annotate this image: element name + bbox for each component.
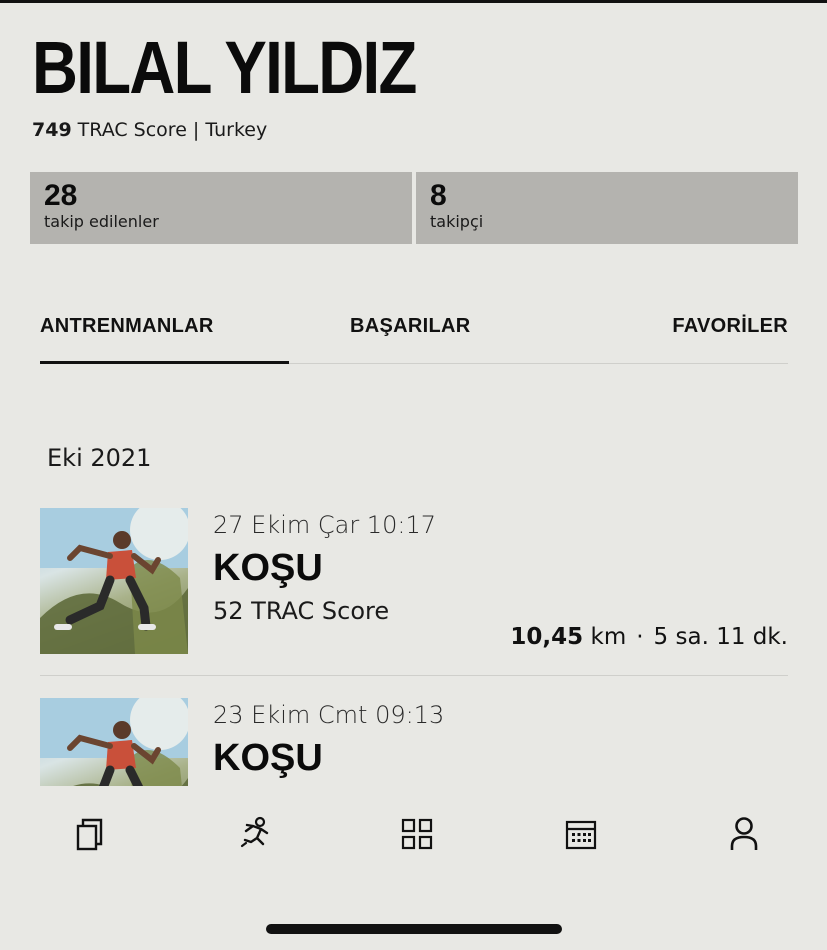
profile-screen: BILAL YILDIZ 749 TRAC Score | Turkey 28 t… (0, 0, 827, 950)
status-bar-edge (0, 0, 827, 3)
activity-trac-score: 52 TRAC Score (213, 597, 390, 625)
activity-duration: 5 sa. 11 dk. (653, 624, 788, 650)
tab-favorites[interactable]: FAVORİLER (672, 314, 788, 338)
activity-type: KOŞU (213, 547, 323, 589)
activity-distance: 10,45 (510, 624, 584, 650)
runner-icon (240, 816, 269, 848)
followers-stat[interactable]: 8 takipçi (416, 172, 798, 244)
nav-run[interactable] (234, 814, 274, 854)
metric-separator: · (636, 624, 644, 650)
profile-tabs: ANTRENMANLAR BAŞARILAR FAVORİLER (40, 310, 788, 364)
followers-count: 8 (430, 179, 447, 212)
activity-thumbnail (40, 508, 188, 654)
trac-score-value: 749 (32, 119, 72, 141)
tab-workouts[interactable]: ANTRENMANLAR (40, 314, 214, 338)
bottom-tab-bar (0, 800, 827, 870)
profile-name: BILAL YILDIZ (32, 26, 417, 109)
activity-card[interactable]: 23 Ekim Cmt 09:13 KOŞU (40, 698, 788, 786)
following-label: takip edilenler (44, 212, 159, 231)
nav-grid[interactable] (397, 814, 437, 854)
month-header: Eki 2021 (47, 444, 152, 472)
following-count: 28 (44, 179, 78, 212)
profile-score-line: 749 TRAC Score | Turkey (32, 118, 267, 142)
trac-score-label: TRAC Score | Turkey (77, 119, 268, 141)
activity-metrics: 10,45 km · 5 sa. 11 dk. (510, 622, 788, 652)
feed-cards-icon (76, 818, 103, 851)
nav-calendar[interactable] (561, 814, 601, 854)
profile-icon (730, 817, 758, 850)
nav-feed[interactable] (70, 814, 110, 854)
activity-distance-unit: km (590, 624, 627, 650)
activity-type: KOŞU (213, 737, 323, 779)
activity-date: 27 Ekim Çar 10:17 (213, 511, 437, 539)
home-indicator[interactable] (266, 924, 562, 934)
nav-profile[interactable] (724, 814, 764, 854)
activity-date: 23 Ekim Cmt 09:13 (213, 701, 445, 729)
following-stat[interactable]: 28 takip edilenler (30, 172, 412, 244)
active-tab-indicator (40, 361, 289, 364)
grid-icon (401, 818, 433, 850)
tab-achievements[interactable]: BAŞARILAR (350, 314, 470, 338)
activity-card[interactable]: 27 Ekim Çar 10:17 KOŞU 52 TRAC Score 10,… (40, 508, 788, 676)
followers-label: takipçi (430, 212, 484, 231)
calendar-icon (565, 820, 597, 850)
activity-thumbnail (40, 698, 188, 786)
